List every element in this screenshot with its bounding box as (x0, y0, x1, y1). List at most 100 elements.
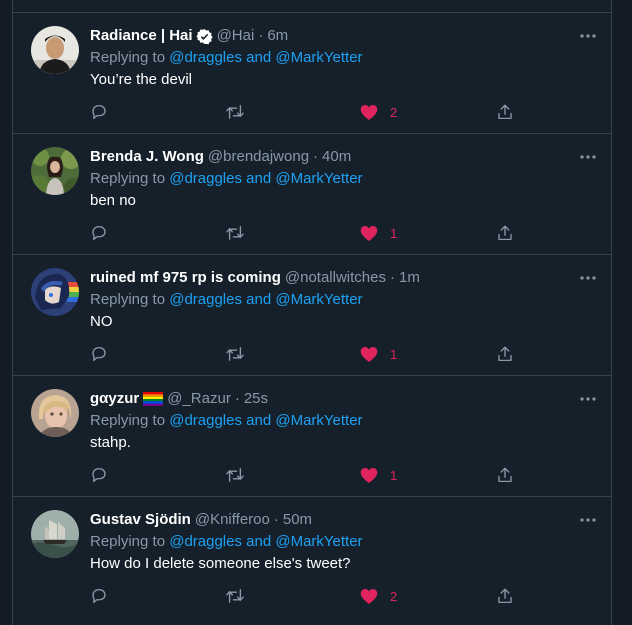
heart-filled-icon (360, 588, 378, 604)
top-divider (13, 0, 611, 13)
avatar[interactable] (31, 268, 79, 316)
avatar-woman-plants-photo-icon (31, 147, 79, 195)
reply-tweet[interactable]: gαyzur @_Razur · 25s Replying to @draggl… (13, 376, 611, 497)
reply-icon (92, 104, 106, 120)
avatar[interactable] (31, 389, 79, 437)
share-button[interactable] (496, 585, 514, 607)
timestamp[interactable]: 50m (283, 510, 312, 530)
reply-button[interactable] (90, 464, 108, 486)
tweet-actions: 1 (90, 464, 540, 486)
reply-tweet[interactable]: Brenda J. Wong @brendajwong · 40m Replyi… (13, 134, 611, 255)
handle[interactable]: @notallwitches (285, 268, 386, 288)
like-button[interactable]: 1 (360, 343, 397, 365)
timestamp[interactable]: 6m (267, 26, 288, 46)
like-button[interactable]: 2 (360, 101, 397, 123)
like-button[interactable]: 1 (360, 222, 397, 244)
reply-button[interactable] (90, 585, 108, 607)
retweet-button[interactable] (225, 101, 245, 123)
retweet-button[interactable] (225, 464, 245, 486)
handle[interactable]: @Knifferoo (195, 510, 270, 530)
timestamp[interactable]: 25s (244, 389, 268, 409)
handle[interactable]: @brendajwong (208, 147, 309, 167)
avatar-ship-painting-icon (31, 510, 79, 558)
tweet-text: How do I delete someone else's tweet? (90, 555, 351, 572)
reply-button[interactable] (90, 222, 108, 244)
handle[interactable]: @_Razur (167, 389, 231, 409)
more-options-icon[interactable] (575, 144, 601, 170)
retweet-icon (226, 226, 244, 240)
share-icon (498, 346, 512, 362)
reply-button[interactable] (90, 343, 108, 365)
share-button[interactable] (496, 101, 514, 123)
like-count: 1 (390, 346, 398, 362)
share-button[interactable] (496, 222, 514, 244)
share-icon (498, 588, 512, 604)
avatar-person-blond-photo-icon (31, 389, 79, 437)
tweet-text: NO (90, 313, 113, 330)
replies-column: Radiance | Hai @Hai · 6m Replying to @dr… (12, 0, 612, 625)
like-count: 2 (390, 588, 398, 604)
separator-dot: · (313, 148, 319, 165)
reply-icon (92, 225, 106, 241)
reply-button[interactable] (90, 101, 108, 123)
replying-to-label: Replying to (90, 170, 166, 187)
replying-to: Replying to @draggles and @MarkYetter (90, 169, 363, 189)
more-options-icon[interactable] (575, 23, 601, 49)
replying-to-label: Replying to (90, 412, 166, 429)
share-button[interactable] (496, 343, 514, 365)
reply-icon (92, 346, 106, 362)
avatar[interactable] (31, 147, 79, 195)
display-name[interactable]: Radiance | Hai (90, 26, 193, 46)
more-options-icon[interactable] (575, 265, 601, 291)
reply-tweet[interactable]: Radiance | Hai @Hai · 6m Replying to @dr… (13, 13, 611, 134)
display-name[interactable]: gαyzur (90, 389, 139, 409)
heart-filled-icon (360, 104, 378, 120)
replying-to-mentions[interactable]: @draggles and @MarkYetter (169, 170, 362, 187)
like-button[interactable]: 2 (360, 585, 397, 607)
avatar-man-photo-icon (31, 26, 79, 74)
retweet-button[interactable] (225, 343, 245, 365)
replying-to-mentions[interactable]: @draggles and @MarkYetter (169, 49, 362, 66)
tweet-text: stahp. (90, 434, 131, 451)
reply-tweet[interactable]: Gustav Sjödin @Knifferoo · 50m Replying … (13, 497, 611, 618)
share-icon (498, 225, 512, 241)
rainbow-flag-icon (143, 392, 164, 406)
share-icon (498, 104, 512, 120)
heart-filled-icon (360, 467, 378, 483)
share-icon (498, 467, 512, 483)
replying-to-label: Replying to (90, 533, 166, 550)
retweet-icon (226, 468, 244, 482)
handle[interactable]: @Hai (217, 26, 255, 46)
replying-to-mentions[interactable]: @draggles and @MarkYetter (169, 291, 362, 308)
replying-to: Replying to @draggles and @MarkYetter (90, 290, 363, 310)
share-button[interactable] (496, 464, 514, 486)
replying-to-label: Replying to (90, 49, 166, 66)
replying-to-mentions[interactable]: @draggles and @MarkYetter (169, 533, 362, 550)
separator-dot: · (390, 269, 395, 286)
replying-to-mentions[interactable]: @draggles and @MarkYetter (169, 412, 362, 429)
display-name[interactable]: ruined mf 975 rp is coming (90, 268, 281, 288)
tweet-actions: 1 (90, 343, 540, 365)
display-name[interactable]: Gustav Sjödin (90, 510, 191, 530)
retweet-button[interactable] (225, 585, 245, 607)
separator-dot: · (258, 27, 264, 44)
tweet-actions: 2 (90, 101, 540, 123)
display-name[interactable]: Brenda J. Wong (90, 147, 204, 167)
retweet-button[interactable] (225, 222, 245, 244)
timestamp[interactable]: 40m (322, 147, 351, 167)
heart-filled-icon (360, 225, 378, 241)
avatar[interactable] (31, 510, 79, 558)
heart-filled-icon (360, 346, 378, 362)
avatar[interactable] (31, 26, 79, 74)
separator-dot: · (273, 511, 279, 528)
replying-to: Replying to @draggles and @MarkYetter (90, 411, 363, 431)
separator-dot: · (234, 390, 240, 407)
more-options-icon[interactable] (575, 507, 601, 533)
timestamp[interactable]: 1m (399, 268, 420, 288)
reply-tweet[interactable]: ruined mf 975 rp is coming @notallwitche… (13, 255, 611, 376)
more-options-icon[interactable] (575, 386, 601, 412)
like-button[interactable]: 1 (360, 464, 397, 486)
reply-icon (92, 467, 106, 483)
verified-badge-icon (195, 28, 213, 45)
replying-to: Replying to @draggles and @MarkYetter (90, 48, 363, 68)
